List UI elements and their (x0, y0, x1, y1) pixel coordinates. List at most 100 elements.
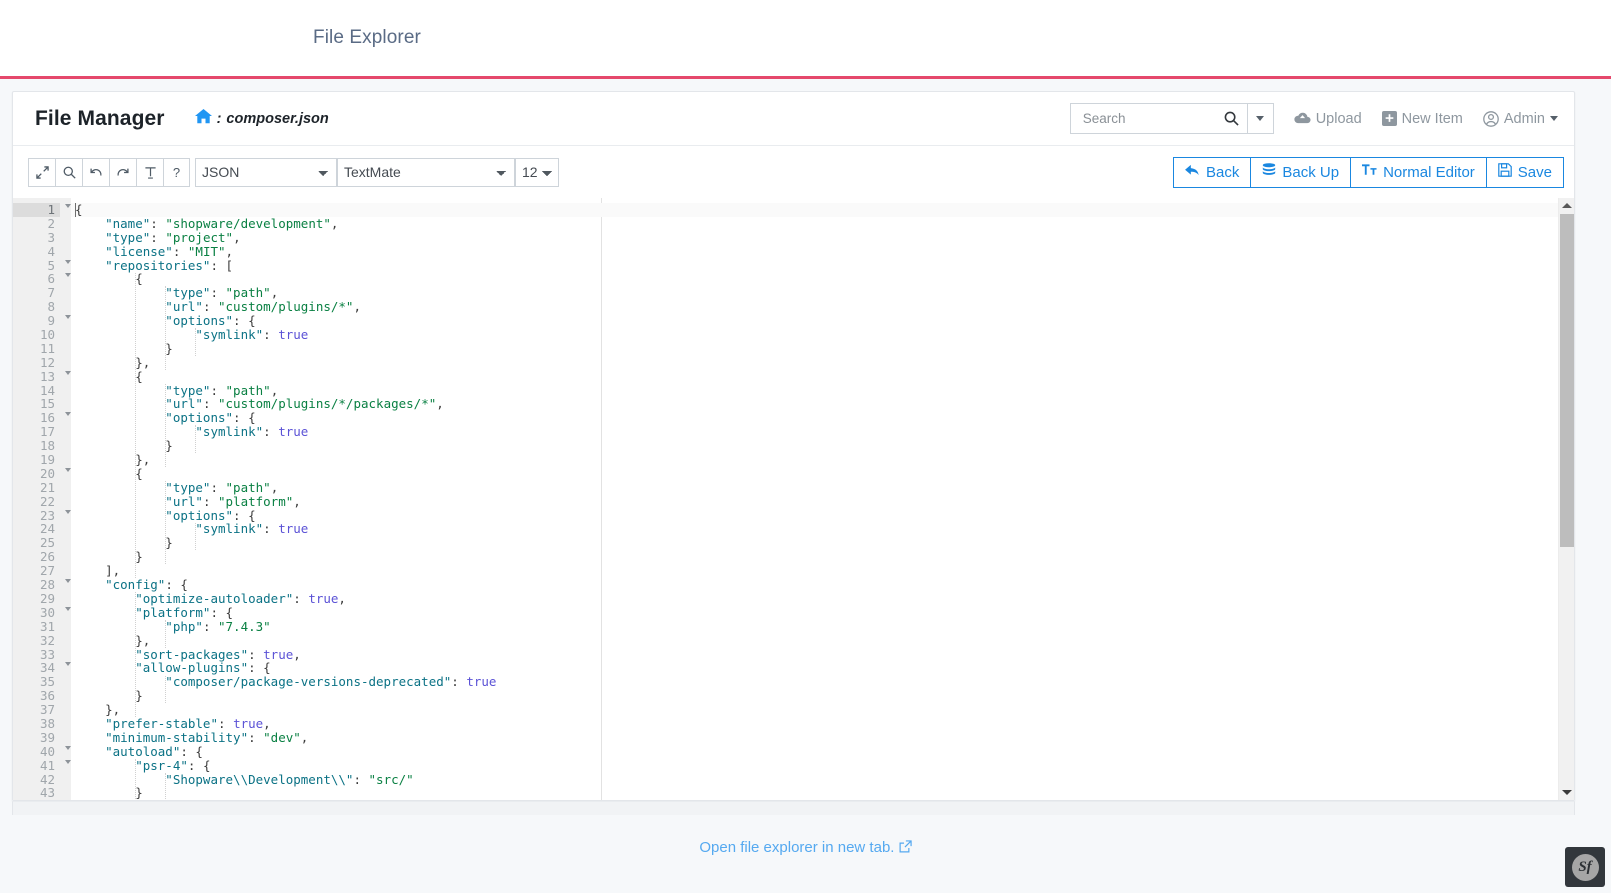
code-line[interactable]: "repositories": [ (71, 258, 1574, 273)
gutter-line-number[interactable]: 16 (13, 411, 71, 425)
code-line[interactable]: "type": "path", (71, 480, 1574, 495)
gutter-line-number[interactable]: 27 (13, 564, 60, 578)
gutter-line-number[interactable]: 18 (13, 439, 60, 453)
gutter-line-number[interactable]: 13 (13, 369, 71, 384)
search-icon[interactable] (1224, 111, 1239, 126)
code-line[interactable]: "prefer-stable": true, (71, 717, 1574, 731)
code-line[interactable]: "type": "path", (71, 286, 1574, 300)
code-line[interactable]: "composer/package-versions-deprecated": … (71, 675, 1574, 689)
code-line[interactable]: } (71, 536, 1574, 550)
scroll-down-arrow-icon[interactable] (1559, 785, 1574, 800)
code-line[interactable]: }, (71, 633, 1574, 648)
code-line[interactable]: "sort-packages": true, (71, 647, 1574, 662)
gutter-line-number[interactable]: 3 (13, 230, 60, 245)
gutter-line-number[interactable]: 39 (13, 730, 60, 745)
gutter-line-number[interactable]: 29 (13, 592, 60, 606)
code-line[interactable]: "psr-4": { (71, 758, 1574, 773)
gutter-line-number[interactable]: 38 (13, 717, 60, 731)
gutter-line-number[interactable]: 41 (13, 758, 71, 773)
gutter-line-number[interactable]: 14 (13, 383, 60, 398)
save-button[interactable]: Save (1485, 156, 1564, 188)
syntax-mode-select[interactable]: JSONPHPJavaScriptHTMLCSSPlain Text (195, 157, 337, 187)
gutter-line-number[interactable]: 20 (13, 467, 71, 481)
gutter-line-number[interactable]: 31 (13, 619, 60, 634)
code-line[interactable]: { (71, 369, 1574, 384)
gutter-line-number[interactable]: 19 (13, 453, 60, 467)
code-line[interactable]: "symlink": true (71, 425, 1574, 439)
gutter-line-number[interactable]: 24 (13, 522, 60, 536)
gutter-line-number[interactable]: 10 (13, 328, 60, 342)
gutter-line-number[interactable]: 22 (13, 494, 60, 509)
code-line[interactable]: { (71, 272, 1574, 286)
code-line[interactable]: } (71, 341, 1574, 356)
editor-vertical-scrollbar[interactable] (1558, 198, 1574, 800)
code-line[interactable]: "minimum-stability": "dev", (71, 730, 1574, 745)
gutter-line-number[interactable]: 37 (13, 703, 60, 717)
code-line[interactable]: "name": "shopware/development", (71, 216, 1574, 231)
code-line[interactable]: "autoload": { (71, 744, 1574, 759)
gutter-line-number[interactable]: 35 (13, 675, 60, 689)
font-size-select[interactable]: 810111214161820 (515, 157, 559, 187)
code-line[interactable]: { (71, 203, 1574, 217)
code-line[interactable]: "optimize-autoloader": true, (71, 591, 1574, 606)
gutter-line-number[interactable]: 2 (13, 216, 60, 231)
code-line[interactable]: "type": "path", (71, 383, 1574, 398)
code-line[interactable]: } (71, 439, 1574, 453)
gutter-line-number[interactable]: 12 (13, 355, 60, 370)
code-line[interactable]: "platform": { (71, 605, 1574, 620)
gutter-line-number[interactable]: 9 (13, 314, 71, 328)
search-box[interactable] (1069, 103, 1247, 134)
upload-button[interactable]: Upload (1294, 111, 1362, 127)
symfony-profiler-badge[interactable]: Sf (1565, 847, 1605, 887)
open-file-explorer-link[interactable]: Open file explorer in new tab. (699, 839, 912, 856)
code-editor[interactable]: 1 2 3 4 5 6 7 8 9 10 11 12 13 14 15 16 17 18 19 20 21 22 23 24 2… (13, 198, 1574, 800)
search-options-dropdown[interactable] (1246, 103, 1274, 134)
gutter-line-number[interactable]: 17 (13, 425, 60, 439)
gutter-line-number[interactable]: 8 (13, 300, 60, 314)
code-line[interactable]: }, (71, 453, 1574, 467)
gutter-line-number[interactable]: 28 (13, 578, 71, 592)
home-icon[interactable] (194, 109, 212, 128)
gutter-line-number[interactable]: 6 (13, 272, 71, 286)
code-line[interactable]: "url": "platform", (71, 494, 1574, 509)
gutter-line-number[interactable]: 43 (13, 786, 60, 800)
code-line[interactable]: }, (71, 703, 1574, 717)
code-line[interactable]: "options": { (71, 508, 1574, 523)
gutter-line-number[interactable]: 4 (13, 244, 60, 259)
gutter-line-number[interactable]: 1 (13, 203, 71, 217)
editor-content[interactable]: { "name": "shopware/development", "type"… (71, 198, 1574, 800)
redo-icon[interactable] (109, 157, 136, 187)
code-line[interactable]: "config": { (71, 578, 1574, 592)
code-line[interactable]: ], (71, 564, 1574, 578)
gutter-line-number[interactable]: 42 (13, 772, 60, 787)
code-line[interactable]: "options": { (71, 314, 1574, 328)
undo-icon[interactable] (82, 157, 109, 187)
gutter-line-number[interactable]: 25 (13, 536, 60, 550)
admin-menu-button[interactable]: Admin (1483, 111, 1558, 127)
gutter-line-number[interactable]: 30 (13, 605, 71, 620)
scroll-up-arrow-icon[interactable] (1559, 198, 1574, 213)
code-line[interactable]: { (71, 466, 1574, 481)
code-line[interactable]: } (71, 786, 1574, 800)
gutter-line-number[interactable]: 33 (13, 647, 60, 662)
normal-editor-button[interactable]: Normal Editor (1350, 156, 1487, 188)
breadcrumb-current-file[interactable]: composer.json (226, 111, 328, 127)
gutter-line-number[interactable]: 11 (13, 342, 60, 356)
back-button[interactable]: Back (1173, 156, 1252, 188)
gutter-line-number[interactable]: 26 (13, 550, 60, 564)
code-line[interactable]: "Shopware\\Development\\": "src/" (71, 772, 1574, 787)
code-line[interactable]: }, (71, 355, 1574, 370)
code-line[interactable]: } (71, 689, 1574, 703)
back-up-button[interactable]: Back Up (1250, 156, 1352, 188)
gutter-line-number[interactable]: 32 (13, 633, 60, 648)
gutter-line-number[interactable]: 5 (13, 258, 71, 273)
gutter-line-number[interactable]: 15 (13, 397, 60, 411)
editor-theme-select[interactable]: TextMateMonokaiGitHubEclipseChrome (337, 157, 515, 187)
search-icon[interactable] (55, 157, 82, 187)
scrollbar-thumb[interactable] (1560, 214, 1574, 547)
editor-gutter[interactable]: 1 2 3 4 5 6 7 8 9 10 11 12 13 14 15 16 17 18 19 20 21 22 23 24 2… (13, 198, 71, 800)
code-line[interactable]: "license": "MIT", (71, 244, 1574, 259)
gutter-line-number[interactable]: 7 (13, 286, 60, 300)
new-item-button[interactable]: New Item (1381, 111, 1463, 127)
code-line[interactable]: "allow-plugins": { (71, 661, 1574, 675)
